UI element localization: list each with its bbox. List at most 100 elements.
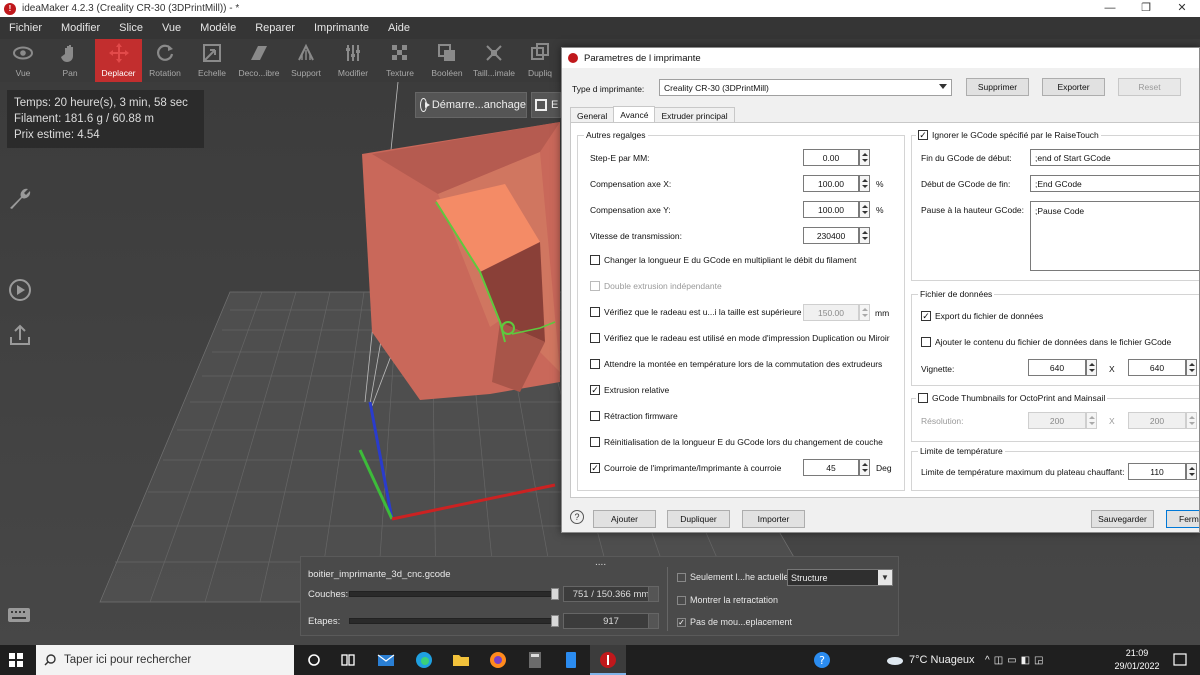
raft-mode-checkbox[interactable]: Vérifiez que le radeau est utilisé en mo… <box>590 333 890 343</box>
comp-y-stepper[interactable] <box>859 201 870 218</box>
raft-size-checkbox[interactable]: Vérifiez que le radeau est u...i la tail… <box>590 307 809 317</box>
wait-temp-checkbox[interactable]: Attendre la montée en température lors d… <box>590 359 882 369</box>
tool-support[interactable]: Support <box>283 39 329 82</box>
tool-echelle[interactable]: Echelle <box>189 39 235 82</box>
save-button[interactable]: Sauvegarder <box>1091 510 1154 528</box>
help-icon[interactable]: ? <box>570 510 584 524</box>
reset-button[interactable]: Reset <box>1118 78 1181 96</box>
tool-rotation[interactable]: Rotation <box>142 39 188 82</box>
printer-type-select[interactable]: Creality CR-30 (3DPrintMill) <box>659 79 952 96</box>
step-e-stepper[interactable] <box>859 149 870 166</box>
belt-printer-checkbox[interactable]: ✓ Courroie de l'imprimante/Imprimante à c… <box>590 463 781 473</box>
change-e-length-checkbox[interactable]: Changer la longueur E du GCode en multip… <box>590 255 856 265</box>
couches-slider-handle[interactable] <box>550 588 559 600</box>
add-data-to-gcode-checkbox[interactable]: Ajouter le contenu du fichier de données… <box>921 337 1171 347</box>
etapes-slider-handle[interactable] <box>551 615 559 627</box>
couches-stepper[interactable] <box>648 586 659 602</box>
no-travel-moves-checkbox[interactable]: ✓ Pas de mou...eplacement <box>677 617 792 627</box>
upload-icon[interactable] <box>7 322 33 348</box>
add-printer-button[interactable]: Ajouter <box>593 510 656 528</box>
taskbar-clock[interactable]: 21:09 29/01/2022 <box>1108 647 1166 673</box>
tool-texture[interactable]: Texture <box>377 39 423 82</box>
calculator-icon[interactable] <box>525 650 545 670</box>
octoprint-thumbnail-checkbox[interactable]: GCode Thumbnails for OctoPrint and Mains… <box>916 393 1108 403</box>
start-end-gcode-input[interactable]: ;End GCode <box>1030 175 1199 192</box>
edge-browser-icon[interactable] <box>414 650 434 670</box>
tool-decoupe[interactable]: Deco...ibre <box>236 39 282 82</box>
comp-x-input[interactable]: 100.00 <box>803 175 859 192</box>
comp-x-stepper[interactable] <box>859 175 870 192</box>
keyboard-icon[interactable] <box>7 606 31 624</box>
windows-start-icon[interactable] <box>9 653 23 667</box>
tool-dupliquer[interactable]: Dupliq <box>518 39 562 82</box>
export-printer-button[interactable]: Exporter <box>1042 78 1105 96</box>
tab-avance[interactable]: Avancé <box>613 106 656 123</box>
mail-icon[interactable] <box>376 650 396 670</box>
resolution-width-input[interactable]: 200 <box>1028 412 1086 429</box>
resolution-width-stepper[interactable] <box>1086 412 1097 429</box>
close-button[interactable]: ✕ <box>1164 0 1200 17</box>
minimize-button[interactable]: — <box>1092 0 1128 17</box>
belt-angle-input[interactable]: 45 <box>803 459 859 476</box>
wrench-icon[interactable] <box>7 185 33 211</box>
baud-input[interactable]: 230400 <box>803 227 859 244</box>
menu-aide[interactable]: Aide <box>379 22 420 34</box>
firmware-retraction-checkbox[interactable]: Rétraction firmware <box>590 411 678 421</box>
import-printer-button[interactable]: Importer <box>742 510 805 528</box>
duplicate-printer-button[interactable]: Dupliquer <box>667 510 730 528</box>
reset-e-length-checkbox[interactable]: Réinitialisation de la longueur E du GCo… <box>590 437 883 447</box>
etapes-slider[interactable] <box>349 618 559 624</box>
bed-temp-limit-input[interactable]: 110 <box>1128 463 1186 480</box>
preview-play-icon[interactable] <box>7 277 33 303</box>
only-current-layer-checkbox[interactable]: Seulement l...he actuelle <box>677 572 789 582</box>
tool-modifier[interactable]: Modifier <box>330 39 376 82</box>
thumbnail-width-input[interactable]: 640 <box>1028 359 1086 376</box>
etapes-stepper[interactable] <box>648 613 659 629</box>
firefox-icon[interactable] <box>488 650 508 670</box>
close-dialog-button[interactable]: Ferm <box>1166 510 1199 528</box>
pause-gcode-textarea[interactable]: ;Pause Code <box>1030 201 1199 271</box>
etapes-input[interactable]: 917 <box>563 613 659 629</box>
file-explorer-icon[interactable] <box>451 650 471 670</box>
resolution-height-input[interactable]: 200 <box>1128 412 1186 429</box>
menu-modele[interactable]: Modèle <box>191 22 246 34</box>
ignore-raisetouch-checkbox[interactable]: ✓ Ignorer le GCode spécifié par le RaiseT… <box>916 130 1101 140</box>
belt-angle-stepper[interactable] <box>859 459 870 476</box>
end-start-gcode-input[interactable]: ;end of Start GCode <box>1030 149 1199 166</box>
couches-input[interactable]: 751 / 150.366 mm <box>563 586 659 602</box>
view-mode-select[interactable]: Structure ▼ <box>787 569 893 586</box>
double-extrusion-checkbox[interactable]: Double extrusion indépendante <box>590 281 722 291</box>
task-view-icon[interactable] <box>338 650 358 670</box>
thumbnail-height-input[interactable]: 640 <box>1128 359 1186 376</box>
start-slicing-button[interactable]: Démarre...anchage <box>415 92 527 118</box>
ideamaker-taskbar-button[interactable] <box>590 645 626 675</box>
maximize-button[interactable]: ❐ <box>1128 0 1164 17</box>
resolution-height-stepper[interactable] <box>1186 412 1197 429</box>
show-retraction-checkbox[interactable]: Montrer la retractation <box>677 595 778 605</box>
panel-drag-handle[interactable]: .... <box>595 557 606 568</box>
menu-slice[interactable]: Slice <box>110 22 153 34</box>
step-e-input[interactable]: 0.00 <box>803 149 859 166</box>
raft-size-input[interactable]: 150.00 <box>803 304 859 321</box>
taskbar-search[interactable]: Taper ici pour rechercher <box>36 645 294 675</box>
notifications-icon[interactable] <box>1172 652 1188 668</box>
bed-temp-limit-stepper[interactable] <box>1186 463 1197 480</box>
tool-vue[interactable]: Vue <box>0 39 46 82</box>
thumbnail-height-stepper[interactable] <box>1186 359 1197 376</box>
help-app-icon[interactable]: ? <box>812 650 832 670</box>
menu-modifier[interactable]: Modifier <box>52 22 110 34</box>
export-data-file-checkbox[interactable]: ✓ Export du fichier de données <box>921 311 1043 321</box>
relative-extrusion-checkbox[interactable]: ✓ Extrusion relative <box>590 385 669 395</box>
cortana-icon[interactable] <box>304 650 324 670</box>
baud-stepper[interactable] <box>859 227 870 244</box>
tab-general[interactable]: General <box>570 107 615 123</box>
menu-reparer[interactable]: Reparer <box>246 22 305 34</box>
menu-fichier[interactable]: Fichier <box>0 22 52 34</box>
raft-size-stepper[interactable] <box>859 304 870 321</box>
menu-vue[interactable]: Vue <box>153 22 191 34</box>
couches-slider[interactable] <box>349 591 559 597</box>
menu-imprimante[interactable]: Imprimante <box>305 22 379 34</box>
system-tray-icons[interactable]: ^ ◫▭◧◲ <box>985 645 1048 675</box>
tool-taille-minimale[interactable]: Taill...imale <box>471 39 517 82</box>
app-blue-icon[interactable] <box>561 650 581 670</box>
